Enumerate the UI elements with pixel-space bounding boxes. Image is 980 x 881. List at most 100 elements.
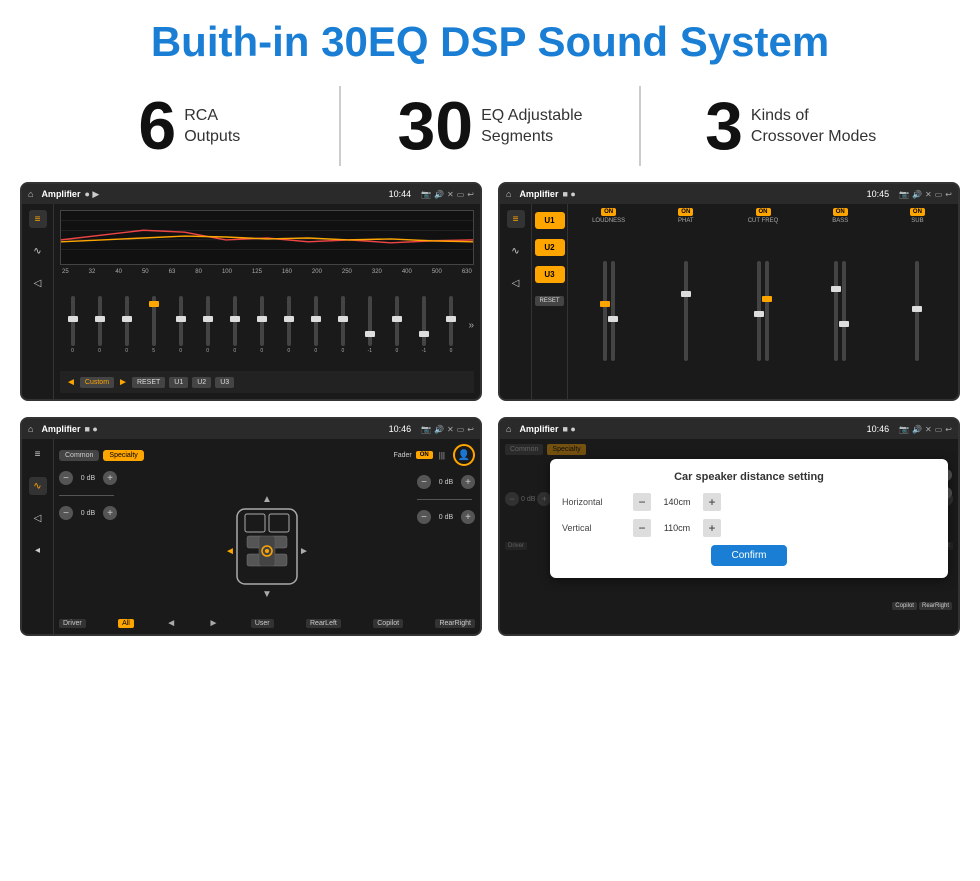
vertical-value: 110cm	[657, 523, 697, 533]
fader-on-btn[interactable]: ON	[416, 451, 433, 459]
fader-arrow-left[interactable]: ◄	[166, 618, 176, 629]
sidebar-fader-vol-icon[interactable]: ◂	[29, 541, 47, 559]
back-icon-2[interactable]: ↩	[945, 190, 952, 199]
minus-btn-1[interactable]: −	[59, 471, 73, 485]
driver-label[interactable]: Driver	[59, 619, 86, 628]
slider-thumb[interactable]	[95, 316, 105, 322]
reset-btn[interactable]: RESET	[132, 377, 165, 388]
back-icon-3[interactable]: ↩	[467, 425, 474, 434]
specialty-tab[interactable]: Specialty	[103, 450, 143, 461]
plus-btn-4[interactable]: +	[461, 510, 475, 524]
fader-arrow-right[interactable]: ►	[209, 618, 219, 629]
home-icon-4[interactable]: ⌂	[506, 424, 511, 434]
sidebar-crossover-wave-icon[interactable]: ∿	[507, 242, 525, 260]
bass-slider2[interactable]	[842, 261, 846, 361]
stat-crossover: 3 Kinds ofCrossover Modes	[661, 92, 920, 160]
fader-time: 10:46	[389, 424, 412, 434]
slider-thumb[interactable]	[446, 316, 456, 322]
sub-on[interactable]: ON	[910, 208, 925, 216]
bass-thumb2[interactable]	[839, 321, 849, 327]
slider-thumb[interactable]	[203, 316, 213, 322]
sidebar-speaker-icon[interactable]: ◁	[29, 274, 47, 292]
u3-crossover-btn[interactable]: U3	[535, 266, 565, 283]
u2-btn[interactable]: U2	[192, 377, 211, 388]
vertical-minus-btn[interactable]: −	[633, 519, 651, 537]
minus-btn-2[interactable]: −	[59, 506, 73, 520]
slider-thumb[interactable]	[392, 316, 402, 322]
horizontal-minus-btn[interactable]: −	[633, 493, 651, 511]
bass-slider[interactable]	[834, 261, 838, 361]
bass-thumb[interactable]	[831, 286, 841, 292]
phat-thumb[interactable]	[681, 291, 691, 297]
slider-thumb[interactable]	[365, 331, 375, 337]
sidebar-fader-eq-icon[interactable]: ≡	[29, 445, 47, 463]
eq-slider-6: 0	[195, 296, 220, 354]
fader-status-icons: 📷 🔊 ✕ ▭ ↩	[421, 425, 474, 434]
phat-slider[interactable]	[684, 261, 688, 361]
u1-btn[interactable]: U1	[169, 377, 188, 388]
sidebar-fader-speaker-icon[interactable]: ◁	[29, 509, 47, 527]
plus-btn-2[interactable]: +	[103, 506, 117, 520]
minus-btn-3[interactable]: −	[417, 475, 431, 489]
slider-thumb[interactable]	[257, 316, 267, 322]
sub-slider[interactable]	[915, 261, 919, 361]
user-label[interactable]: User	[251, 619, 274, 628]
loudness-on[interactable]: ON	[601, 208, 616, 216]
slider-thumb[interactable]	[122, 316, 132, 322]
back-icon-4[interactable]: ↩	[945, 425, 952, 434]
loudness-thumb[interactable]	[600, 301, 610, 307]
slider-thumb[interactable]	[176, 316, 186, 322]
all-label[interactable]: All	[118, 619, 134, 628]
slider-thumb[interactable]	[284, 316, 294, 322]
slider-thumb[interactable]	[149, 301, 159, 307]
sub-thumb[interactable]	[912, 306, 922, 312]
loudness-slider2[interactable]	[611, 261, 615, 361]
slider-thumb[interactable]	[338, 316, 348, 322]
cutfreq-on[interactable]: ON	[756, 208, 771, 216]
phat-on[interactable]: ON	[678, 208, 693, 216]
home-icon-3[interactable]: ⌂	[28, 424, 33, 434]
distance-status-dots: ■ ●	[562, 424, 575, 434]
u2-crossover-btn[interactable]: U2	[535, 239, 565, 256]
bass-on[interactable]: ON	[833, 208, 848, 216]
eq-slider-1: 0	[60, 296, 85, 354]
vertical-plus-btn[interactable]: +	[703, 519, 721, 537]
minus-btn-4[interactable]: −	[417, 510, 431, 524]
u1-crossover-btn[interactable]: U1	[535, 212, 565, 229]
sidebar-eq-icon[interactable]: ≡	[29, 210, 47, 228]
sidebar-crossover-eq-icon[interactable]: ≡	[507, 210, 525, 228]
common-tab[interactable]: Common	[59, 450, 99, 461]
prev-btn[interactable]: ◄	[66, 377, 76, 388]
u3-btn[interactable]: U3	[215, 377, 234, 388]
home-icon[interactable]: ⌂	[28, 189, 33, 199]
db-val-1: 0 dB	[76, 475, 100, 482]
cutfreq-thumb2[interactable]	[762, 296, 772, 302]
custom-btn[interactable]: Custom	[80, 377, 114, 388]
cutfreq-slider2[interactable]	[765, 261, 769, 361]
sidebar-wave-icon[interactable]: ∿	[29, 242, 47, 260]
next-btn[interactable]: ►	[118, 377, 128, 388]
cutfreq-slider[interactable]	[757, 261, 761, 361]
crossover-reset-btn[interactable]: RESET	[535, 296, 563, 306]
person-icon[interactable]: 👤	[453, 444, 475, 466]
plus-btn-3[interactable]: +	[461, 475, 475, 489]
stat-crossover-text: Kinds ofCrossover Modes	[751, 92, 876, 148]
cutfreq-thumb[interactable]	[754, 311, 764, 317]
loudness-slider[interactable]	[603, 261, 607, 361]
loudness-thumb2[interactable]	[608, 316, 618, 322]
confirm-button[interactable]: Confirm	[711, 545, 786, 566]
plus-btn-1[interactable]: +	[103, 471, 117, 485]
copilot-label[interactable]: Copilot	[373, 619, 403, 628]
home-icon-2[interactable]: ⌂	[506, 189, 511, 199]
slider-thumb[interactable]	[311, 316, 321, 322]
sidebar-fader-wave-icon[interactable]: ∿	[29, 477, 47, 495]
sidebar-crossover-speaker-icon[interactable]: ◁	[507, 274, 525, 292]
phat-label: PHAT	[678, 218, 694, 224]
slider-thumb[interactable]	[68, 316, 78, 322]
more-icon[interactable]: »	[465, 320, 474, 331]
slider-thumb[interactable]	[419, 331, 429, 337]
horizontal-plus-btn[interactable]: +	[703, 493, 721, 511]
slider-thumb[interactable]	[230, 316, 240, 322]
back-icon[interactable]: ↩	[467, 190, 474, 199]
stat-divider-2	[639, 86, 641, 166]
